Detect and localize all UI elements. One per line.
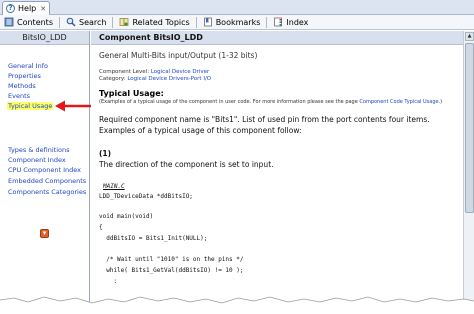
search-button[interactable]: Search bbox=[66, 17, 106, 27]
nav-link-properties[interactable]: Properties bbox=[8, 72, 41, 80]
bookmarks-label: Bookmarks bbox=[215, 17, 261, 27]
index-button[interactable]: Index bbox=[273, 17, 308, 27]
category-link[interactable]: Logical Device Drivers-Port I/O bbox=[127, 76, 211, 82]
nav-link-typical-usage[interactable]: Typical Usage bbox=[7, 102, 54, 110]
category-line: Category: Logical Device Drivers-Port I/… bbox=[99, 76, 211, 82]
contents-label: Contents bbox=[17, 17, 53, 27]
component-level-link[interactable]: Logical Device Driver bbox=[151, 69, 210, 75]
nav-link-types-definitions[interactable]: Types & definitions bbox=[8, 146, 70, 154]
contents-button[interactable]: Contents bbox=[4, 17, 53, 27]
code-line: ddBitsIO = Bits1_Init(NULL); bbox=[99, 235, 208, 242]
scroll-up-icon[interactable]: ▲ bbox=[465, 32, 474, 41]
contents-icon bbox=[4, 17, 14, 27]
related-topics-icon bbox=[120, 18, 129, 26]
nav-link-embedded-components[interactable]: Embedded Components bbox=[8, 177, 86, 185]
page-subtitle: General Multi-Bits input/Output (1-32 bi… bbox=[99, 51, 258, 60]
search-label: Search bbox=[78, 17, 107, 27]
processor-expert-icon[interactable]: ▾ bbox=[40, 229, 49, 238]
toolbar-separator bbox=[112, 16, 114, 28]
nav-link-general-info[interactable]: General Info bbox=[8, 62, 48, 70]
nav-panel-title: BitsIO_LDD bbox=[0, 31, 89, 45]
code-line: void main(void) bbox=[99, 213, 154, 220]
usage-paragraph-line-2: Examples of a typical usage of this comp… bbox=[99, 126, 302, 135]
code-line: /* Wait until "1010" is on the pins */ bbox=[99, 256, 244, 263]
help-toolbar: Contents Search Related Topics Bookmarks… bbox=[0, 15, 474, 30]
bookmarks-icon bbox=[203, 17, 212, 27]
example-description: The direction of the component is set to… bbox=[99, 160, 274, 169]
typical-usage-heading: Typical Usage: bbox=[99, 89, 164, 98]
component-level-line: Component Level: Logical Device Driver bbox=[99, 69, 209, 75]
help-tab-label: Help bbox=[18, 4, 37, 13]
annotation-arrow-icon bbox=[55, 100, 92, 112]
examples-note: (Examples of a typical usage of the comp… bbox=[99, 99, 442, 105]
component-level-label: Component Level: bbox=[99, 69, 150, 75]
nav-link-cpu-component-index[interactable]: CPU Component Index bbox=[8, 166, 81, 174]
index-label: Index bbox=[286, 17, 309, 27]
code-line: : bbox=[99, 278, 118, 285]
page-title: Component BitsIO_LDD bbox=[91, 31, 463, 45]
help-content-pane: Component BitsIO_LDD General Multi-Bits … bbox=[91, 31, 463, 314]
close-icon[interactable]: ✕ bbox=[40, 5, 46, 13]
nav-link-methods[interactable]: Methods bbox=[8, 82, 36, 90]
toolbar-separator bbox=[58, 16, 60, 28]
index-icon bbox=[274, 17, 283, 27]
vertical-scrollbar[interactable]: ▲ bbox=[463, 31, 474, 314]
search-icon bbox=[66, 17, 76, 27]
examples-suffix: .) bbox=[438, 99, 443, 105]
component-code-typical-usage-link[interactable]: Component Code Typical Usage bbox=[359, 99, 438, 105]
code-line: LDD_TDeviceData *ddBitsIO; bbox=[99, 193, 193, 200]
category-label: Category: bbox=[99, 76, 126, 82]
examples-prefix: (Examples of a typical usage of the comp… bbox=[99, 99, 358, 105]
help-view-tab[interactable]: ? Help ✕ bbox=[2, 1, 50, 15]
view-tab-bar: ? Help ✕ bbox=[0, 0, 474, 15]
scroll-thumb[interactable] bbox=[465, 43, 474, 213]
code-line: { bbox=[99, 224, 103, 231]
nav-link-components-categories[interactable]: Components Categories bbox=[8, 188, 86, 196]
bookmarks-button[interactable]: Bookmarks bbox=[203, 17, 261, 27]
example-number: (1) bbox=[99, 149, 112, 158]
code-line: while( Bits1_GetVal(ddBitsIO) != 10 ); bbox=[99, 267, 244, 274]
toolbar-separator bbox=[195, 16, 197, 28]
nav-link-component-index[interactable]: Component Index bbox=[8, 156, 66, 164]
related-topics-label: Related Topics bbox=[132, 17, 190, 27]
nav-link-events[interactable]: Events bbox=[8, 92, 30, 100]
code-file-name: MAIN.C bbox=[103, 183, 125, 190]
related-topics-button[interactable]: Related Topics bbox=[119, 17, 190, 27]
component-nav-panel: BitsIO_LDD General Info Properties Metho… bbox=[0, 31, 90, 314]
usage-paragraph-line-1: Required component name is "Bits1". List… bbox=[99, 115, 430, 124]
help-icon: ? bbox=[6, 4, 15, 13]
toolbar-separator bbox=[266, 16, 268, 28]
torn-edge-decoration bbox=[0, 296, 474, 314]
